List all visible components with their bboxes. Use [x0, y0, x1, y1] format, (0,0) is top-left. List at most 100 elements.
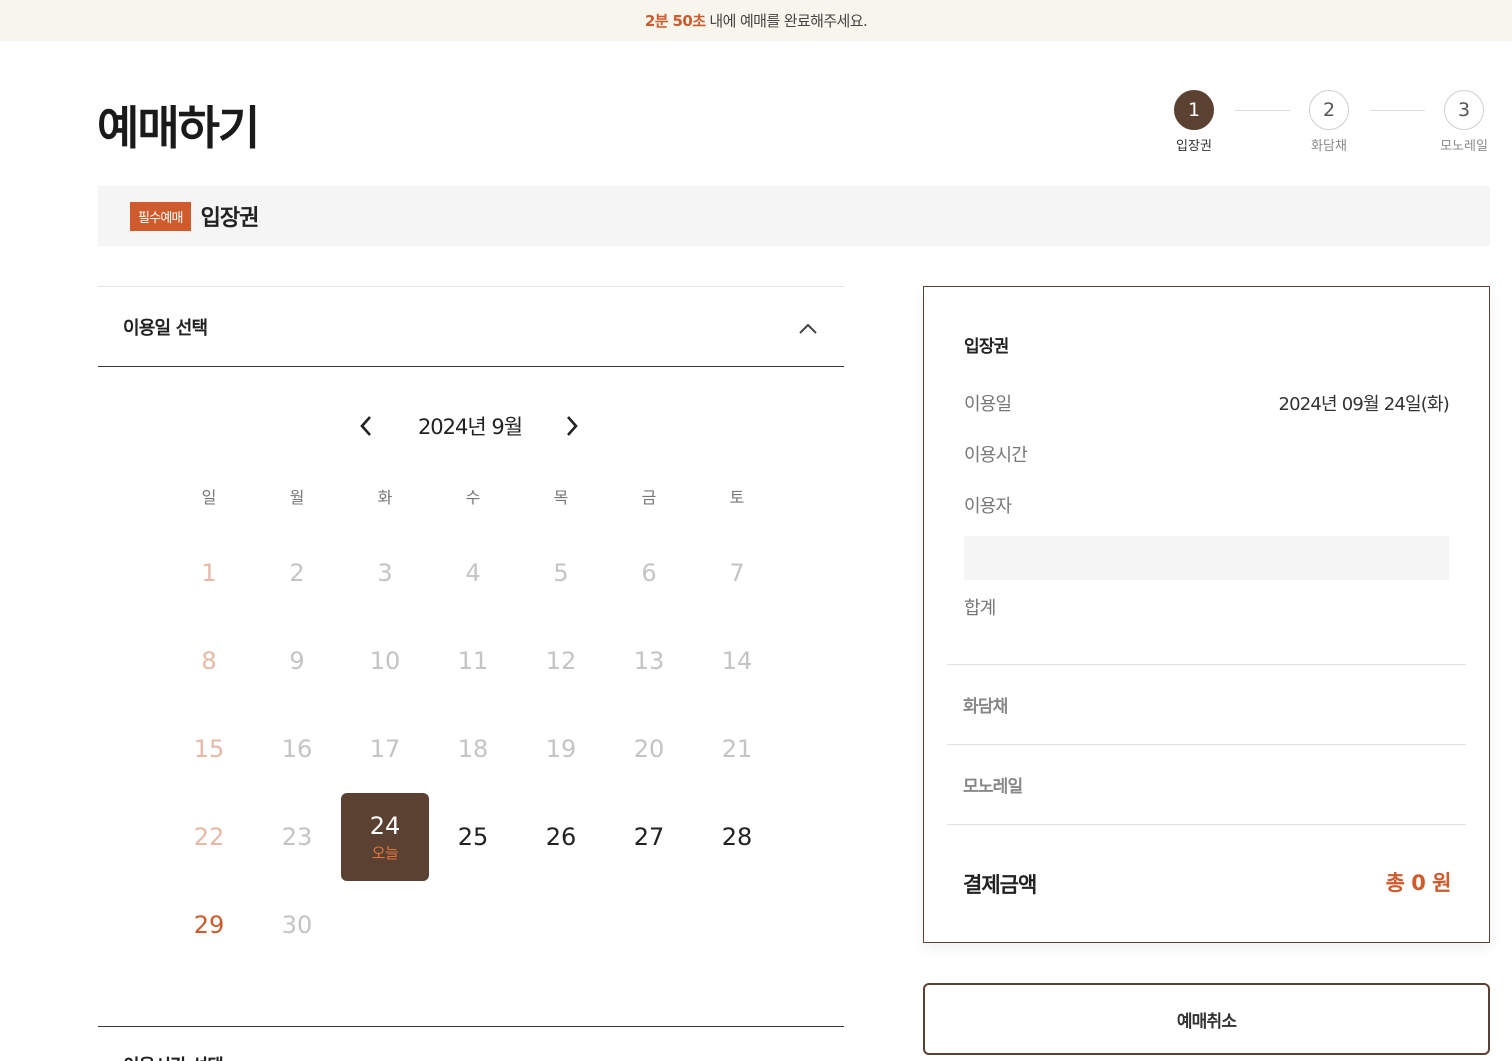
chevron-up-icon[interactable] [798, 319, 818, 338]
calendar-day-number: 17 [369, 735, 401, 763]
calendar-day-number: 5 [553, 559, 569, 587]
calendar-day-5: 5 [517, 529, 605, 617]
calendar-day-number: 26 [545, 823, 577, 851]
calendar-day-27[interactable]: 27 [605, 793, 693, 881]
page-title: 예매하기 [97, 101, 260, 155]
calendar-day-23: 23 [253, 793, 341, 881]
calendar-day-number: 15 [193, 735, 225, 763]
calendar-day-number: 1 [201, 559, 217, 587]
calendar-day-17: 17 [341, 705, 429, 793]
summary-label: 합계 [964, 598, 996, 619]
calendar-day-number: 19 [545, 735, 577, 763]
accordion-title: 이용일 선택 [123, 317, 208, 339]
calendar-weekdays: 일 월 화 수 목 금 토 [165, 484, 781, 508]
calendar-day-number: 29 [193, 911, 225, 939]
cancel-booking-button[interactable]: 예매취소 [923, 983, 1490, 1055]
step-3: 3 모노레일 [1434, 90, 1494, 154]
summary-row-subtotal: 합계 [964, 594, 1449, 620]
calendar-day-28[interactable]: 28 [693, 793, 781, 881]
calendar-day-number: 22 [193, 823, 225, 851]
calendar-day-number: 16 [281, 735, 313, 763]
calendar-week: 1 2 3 4 5 6 7 [165, 529, 781, 617]
step-1: 1 입장권 [1164, 90, 1224, 154]
weekday-label: 목 [553, 488, 569, 507]
calendar-day-30: 30 [253, 881, 341, 969]
calendar-day-1: 1 [165, 529, 253, 617]
calendar-day-11: 11 [429, 617, 517, 705]
calendar-day-number: 28 [721, 823, 753, 851]
calendar-day-20: 20 [605, 705, 693, 793]
calendar-day-19: 19 [517, 705, 605, 793]
step-number: 2 [1309, 90, 1349, 130]
calendar-day-number: 6 [641, 559, 657, 587]
today-label: 오늘 [371, 843, 399, 862]
calendar-day-24[interactable]: 24 오늘 [341, 793, 429, 881]
chevron-right-icon[interactable] [564, 414, 580, 442]
step-label: 화담채 [1311, 139, 1347, 154]
summary-row-user: 이용자 [964, 492, 1449, 518]
summary-divider [947, 744, 1466, 745]
calendar-day-26[interactable]: 26 [517, 793, 605, 881]
calendar-week: 15 16 17 18 19 20 21 [165, 705, 781, 793]
calendar-day-22: 22 [165, 793, 253, 881]
summary-divider [947, 664, 1466, 665]
calendar-day-9: 9 [253, 617, 341, 705]
calendar-day-number: 11 [457, 647, 489, 675]
calendar-day-number: 3 [377, 559, 393, 587]
summary-label: 이용자 [964, 496, 1012, 517]
total-value: 총 0 원 [1385, 871, 1452, 895]
calendar-day-number: 20 [633, 735, 665, 763]
calendar-day-number: 14 [721, 647, 753, 675]
calendar-day-16: 16 [253, 705, 341, 793]
weekday-label: 금 [641, 488, 657, 507]
summary-row-time: 이용시간 [964, 441, 1449, 467]
weekday-label: 월 [289, 488, 305, 507]
order-summary-panel: 입장권 이용일 2024년 09월 24일(화) 이용시간 이용자 합계 화담채… [923, 286, 1490, 943]
calendar-day-29[interactable]: 29 [165, 881, 253, 969]
calendar-day-15: 15 [165, 705, 253, 793]
calendar-day-4: 4 [429, 529, 517, 617]
summary-section-monorail: 모노레일 [963, 777, 1023, 797]
calendar-day-14: 14 [693, 617, 781, 705]
calendar-day-number: 12 [545, 647, 577, 675]
summary-row-date: 이용일 2024년 09월 24일(화) [964, 390, 1450, 416]
calendar-nav: 2024년 9월 [340, 406, 600, 446]
calendar-day-number: 18 [457, 735, 489, 763]
calendar-day-number: 9 [289, 647, 305, 675]
calendar-week: 8 9 10 11 12 13 14 [165, 617, 781, 705]
step-divider [1370, 110, 1425, 111]
calendar-day-3: 3 [341, 529, 429, 617]
calendar-day-21: 21 [693, 705, 781, 793]
step-indicator: 1 입장권 2 화담채 3 모노레일 [1163, 90, 1503, 160]
calendar-day-25[interactable]: 25 [429, 793, 517, 881]
calendar-day-6: 6 [605, 529, 693, 617]
weekday-label: 일 [201, 488, 217, 507]
calendar-day-13: 13 [605, 617, 693, 705]
calendar-day-8: 8 [165, 617, 253, 705]
summary-heading: 입장권 [964, 337, 1009, 357]
summary-section-hwadamchae: 화담채 [963, 697, 1008, 717]
date-select-accordion[interactable]: 이용일 선택 [98, 286, 844, 367]
calendar-day-number: 2 [289, 559, 305, 587]
step-divider [1235, 110, 1290, 111]
timer-banner: 2분 50초 내에 예매를 완료해주세요. [0, 0, 1512, 41]
calendar-day-number: 27 [633, 823, 665, 851]
weekday-label: 토 [729, 488, 745, 507]
step-label: 입장권 [1176, 139, 1212, 154]
summary-value: 2024년 09월 24일(화) [1278, 394, 1449, 415]
calendar-day-number: 10 [369, 647, 401, 675]
calendar-month-label: 2024년 9월 [417, 415, 523, 439]
section-header: 필수예매 입장권 [98, 186, 1490, 246]
summary-label: 이용일 [964, 394, 1012, 415]
accordion-divider [98, 1026, 844, 1027]
calendar-grid: 1 2 3 4 5 6 7 8 9 10 11 12 13 14 15 16 17 18 19 20 21 22 23 24 오… [165, 529, 781, 969]
step-2: 2 화담채 [1299, 90, 1359, 154]
timer-countdown: 2분 50초 [644, 12, 706, 30]
summary-user-box [964, 536, 1449, 580]
time-select-accordion-title[interactable]: 이용시간 선택 [123, 1052, 224, 1061]
weekday-label: 수 [465, 488, 481, 507]
calendar-day-number: 23 [281, 823, 313, 851]
calendar-day-number: 24 [369, 811, 401, 840]
step-number: 3 [1444, 90, 1484, 130]
step-number: 1 [1174, 90, 1214, 130]
